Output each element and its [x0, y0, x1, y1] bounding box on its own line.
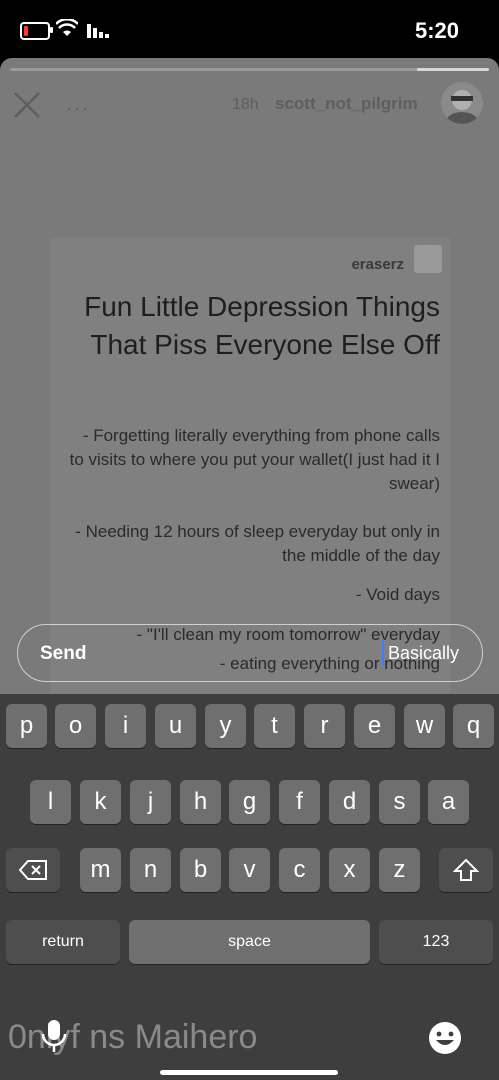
story-panel: ··· 18h scott_not_pilgrim eraserz Fun Li… [0, 58, 499, 698]
shift-icon [453, 858, 479, 881]
post-title: Fun Little Depression Things That Piss E… [84, 291, 440, 360]
reply-input[interactable]: Send Basically [17, 624, 483, 682]
shift-button[interactable] [439, 848, 493, 892]
text-caret [382, 639, 384, 665]
post-item: - Void days [355, 585, 440, 604]
wifi-icon [56, 19, 78, 36]
return-button[interactable]: return [6, 920, 120, 964]
key-r[interactable]: r [304, 704, 345, 748]
key-m[interactable]: m [80, 848, 121, 892]
key-o[interactable]: o [55, 704, 96, 748]
key-p[interactable]: p [6, 704, 47, 748]
key-f[interactable]: f [279, 780, 320, 824]
avatar[interactable] [441, 82, 483, 124]
key-e[interactable]: e [354, 704, 395, 748]
key-z[interactable]: z [379, 848, 420, 892]
key-n[interactable]: n [130, 848, 171, 892]
signal-icon [87, 24, 109, 38]
key-k[interactable]: k [80, 780, 121, 824]
post-item: - Needing 12 hours of sleep everyday but… [75, 522, 440, 565]
status-bar: 5:20 [0, 0, 499, 60]
key-y[interactable]: y [205, 704, 246, 748]
microphone-icon[interactable] [40, 1018, 68, 1054]
send-button[interactable]: Send [40, 643, 86, 665]
key-h[interactable]: h [180, 780, 221, 824]
home-indicator[interactable] [160, 1070, 338, 1075]
story-time: 18h [232, 96, 259, 113]
post-author-avatar [414, 245, 442, 273]
dictation-bar: 0nlyf ns Maihero [0, 1008, 499, 1080]
key-u[interactable]: u [155, 704, 196, 748]
key-i[interactable]: i [105, 704, 146, 748]
post-author: eraserz [351, 256, 404, 273]
close-icon[interactable] [12, 90, 42, 120]
key-b[interactable]: b [180, 848, 221, 892]
numbers-button[interactable]: 123 [379, 920, 493, 964]
clock: 5:20 [414, 18, 459, 43]
emoji-icon[interactable] [427, 1020, 463, 1056]
key-d[interactable]: d [329, 780, 370, 824]
story-username[interactable]: scott_not_pilgrim [275, 94, 418, 114]
backspace-icon [18, 860, 47, 880]
backspace-button[interactable] [6, 848, 60, 892]
key-c[interactable]: c [279, 848, 320, 892]
key-w[interactable]: w [404, 704, 445, 748]
space-bar[interactable]: space [129, 920, 370, 964]
key-q[interactable]: q [453, 704, 494, 748]
key-j[interactable]: j [130, 780, 171, 824]
battery-icon [20, 22, 53, 40]
avatar-image [446, 90, 478, 124]
more-options-button[interactable]: ··· [66, 98, 90, 119]
story-progress-fill [417, 68, 489, 71]
key-t[interactable]: t [254, 704, 295, 748]
post-item: - Forgetting literally everything from p… [69, 426, 440, 493]
story-progress-bar [10, 68, 489, 71]
key-g[interactable]: g [229, 780, 270, 824]
reply-text: Basically [388, 643, 460, 663]
key-l[interactable]: l [30, 780, 71, 824]
key-a[interactable]: a [428, 780, 469, 824]
key-x[interactable]: x [329, 848, 370, 892]
key-s[interactable]: s [379, 780, 420, 824]
key-v[interactable]: v [229, 848, 270, 892]
